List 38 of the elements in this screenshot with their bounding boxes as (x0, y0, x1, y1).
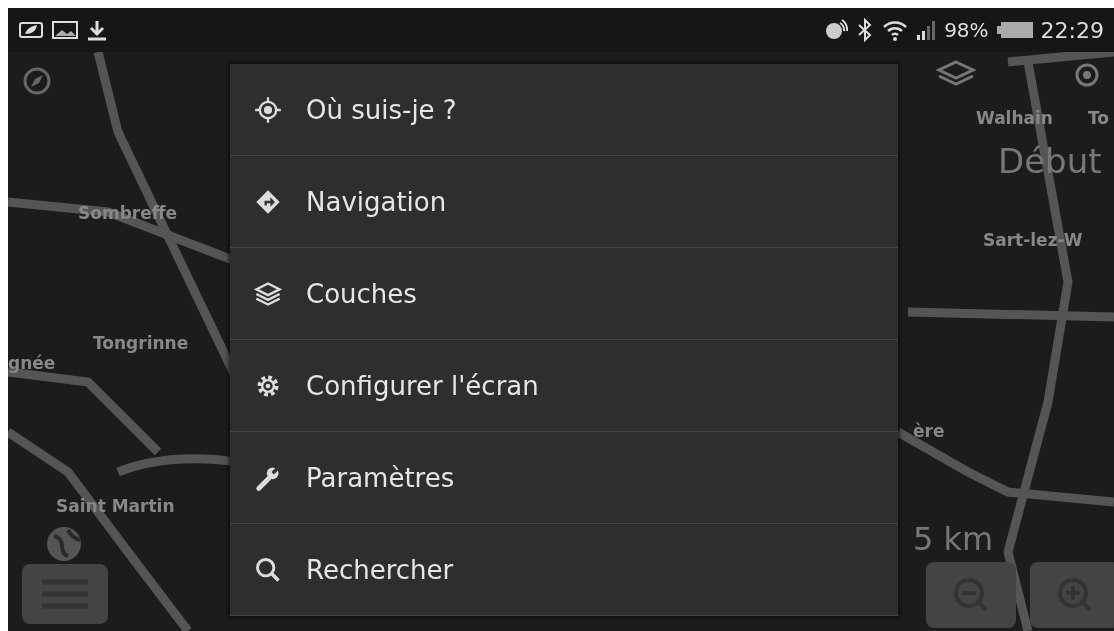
download-icon (86, 19, 108, 41)
battery-icon (996, 21, 1033, 39)
map-label: gnée (8, 353, 56, 373)
location-icon (254, 95, 282, 124)
battery-saver-icon (18, 20, 44, 40)
compass-icon (22, 66, 52, 96)
menu-item-label: Navigation (306, 186, 447, 217)
map-label: ère (913, 421, 945, 441)
layers-icon (254, 279, 282, 308)
search-icon (254, 555, 282, 584)
zoom-in-button[interactable] (1030, 562, 1114, 628)
menu-item[interactable]: Navigation (230, 156, 898, 248)
wifi-icon (882, 19, 909, 41)
menu-item[interactable]: Configurer l'écran (230, 340, 898, 432)
menu-item-label: Couches (306, 278, 417, 309)
map-label: Sart-lez-W (983, 230, 1083, 250)
zoom-out-button[interactable] (926, 562, 1016, 628)
clock-time: 22:29 (1040, 17, 1104, 43)
map-label: To (1088, 108, 1110, 128)
menu-item[interactable]: Où suis-je ? (230, 64, 898, 156)
map-label: Saint Martin (56, 496, 175, 516)
map-label: Tongrinne (93, 333, 189, 353)
globe-icon (44, 524, 84, 564)
menu-item-label: Configurer l'écran (306, 370, 539, 401)
battery-percentage: 98% (944, 18, 989, 42)
menu-item[interactable]: Paramètres (230, 432, 898, 524)
menu-item-label: Paramètres (306, 462, 455, 493)
map-label: 5 km (913, 520, 994, 558)
signal-waves-icon (824, 19, 849, 41)
map-label: Walhain (976, 108, 1053, 128)
menu-item-label: Rechercher (306, 554, 454, 585)
signal-icon (916, 20, 937, 40)
menu-item-label: Où suis-je ? (306, 94, 457, 125)
map-label: Sombreffe (78, 203, 178, 223)
menu-item[interactable]: Rechercher (230, 524, 898, 616)
menu-item[interactable]: Couches (230, 248, 898, 340)
image-icon (52, 20, 78, 40)
menu-button[interactable] (22, 564, 108, 624)
